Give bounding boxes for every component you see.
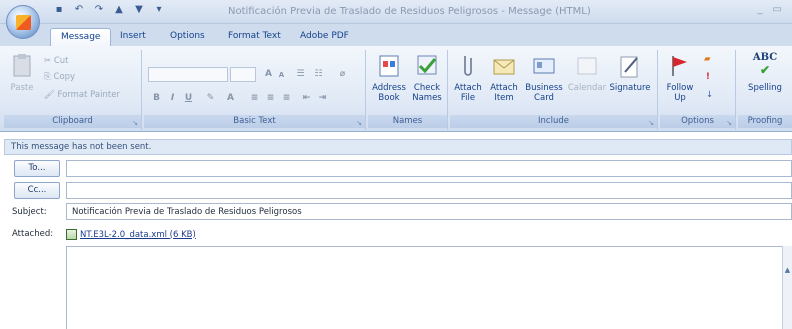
ribbon: Paste ✂ Cut ⎘ Copy 🖌 Format Painter Clip… <box>0 46 792 132</box>
xml-file-icon <box>66 229 77 240</box>
low-importance-icon[interactable]: ↓ <box>706 90 713 100</box>
format-painter-button[interactable]: 🖌 Format Painter <box>44 90 120 100</box>
bold-button[interactable]: B <box>150 92 163 105</box>
ribbon-tabs: Message Insert Options Format Text Adobe… <box>0 24 792 46</box>
bullets-icon[interactable]: ☰ <box>294 68 307 81</box>
align-left-icon[interactable]: ≡ <box>248 92 261 105</box>
shrink-font-button[interactable]: A <box>275 69 288 82</box>
to-button[interactable]: To... <box>14 160 60 177</box>
group-label-clipboard: Clipboard <box>4 115 141 128</box>
quick-access-toolbar: ▪ ↶ ↷ ▲ ▼ ▾ <box>52 4 166 15</box>
info-bar: This message has not been sent. <box>4 139 792 155</box>
align-center-icon[interactable]: ≡ <box>264 92 277 105</box>
font-color-icon[interactable]: A <box>224 92 237 105</box>
vertical-scrollbar[interactable]: ▲ <box>782 246 792 329</box>
office-logo-icon <box>16 15 31 30</box>
tab-adobe-pdf[interactable]: Adobe PDF <box>290 28 359 46</box>
title-bar: ▪ ↶ ↷ ▲ ▼ ▾ Notificación Previa de Trasl… <box>0 0 792 39</box>
subject-label: Subject: <box>12 207 47 217</box>
group-label-proofing: Proofing <box>738 115 792 128</box>
envelope-icon <box>493 59 515 75</box>
business-card-icon <box>533 58 555 74</box>
address-book-button[interactable]: Address Book <box>368 52 410 103</box>
font-size-combo[interactable] <box>230 67 256 82</box>
attach-file-button[interactable]: Attach File <box>450 52 486 103</box>
business-card-button[interactable]: Business Card <box>522 52 566 103</box>
options-launcher-icon[interactable]: ↘ <box>726 119 732 127</box>
save-icon[interactable]: ▪ <box>52 4 66 15</box>
message-body[interactable] <box>66 246 792 329</box>
group-include: Attach File Attach Item Business Card Ca… <box>450 50 658 130</box>
up-arrow-icon[interactable]: ▲ <box>112 4 126 15</box>
group-basic-text: A A ☰ ☷ ⌀ B I U ✎ A ≡ ≡ ≡ ⇤ ⇥ Basic Text… <box>144 50 366 130</box>
signature-icon <box>620 56 638 78</box>
paperclip-icon <box>464 56 472 76</box>
to-field[interactable] <box>66 160 792 177</box>
group-options: Follow Up ▰ ! ↓ Options ↘ <box>660 50 736 130</box>
clear-formatting-icon[interactable]: ⌀ <box>336 68 349 81</box>
signature-button[interactable]: Signature <box>608 52 652 93</box>
include-launcher-icon[interactable]: ↘ <box>648 119 654 127</box>
copy-button[interactable]: ⎘ Copy <box>44 72 75 82</box>
scroll-up-icon[interactable]: ▲ <box>783 266 792 275</box>
tab-message[interactable]: Message <box>50 28 112 46</box>
cc-field[interactable] <box>66 182 792 199</box>
group-label-include: Include <box>450 115 657 128</box>
align-right-icon[interactable]: ≡ <box>280 92 293 105</box>
paste-icon <box>13 54 31 77</box>
attach-item-button[interactable]: Attach Item <box>486 52 522 103</box>
paste-button[interactable]: Paste <box>4 52 40 93</box>
spelling-button[interactable]: ABC ✔ Spelling <box>742 52 788 93</box>
group-clipboard: Paste ✂ Cut ⎘ Copy 🖌 Format Painter Clip… <box>4 50 142 130</box>
follow-up-button[interactable]: Follow Up <box>660 52 700 103</box>
group-label-basic-text: Basic Text <box>144 115 365 128</box>
office-button[interactable] <box>6 5 40 39</box>
tab-options[interactable]: Options <box>160 28 215 46</box>
customize-qat-icon[interactable]: ▾ <box>152 4 166 15</box>
cc-button[interactable]: Cc... <box>14 182 60 199</box>
minimize-button[interactable]: _ <box>758 4 763 15</box>
increase-indent-icon[interactable]: ⇥ <box>316 92 329 105</box>
calendar-icon <box>577 57 597 75</box>
redo-icon[interactable]: ↷ <box>92 4 106 15</box>
high-importance-icon[interactable]: ! <box>706 72 710 82</box>
group-proofing: ABC ✔ Spelling Proofing <box>738 50 792 130</box>
cut-button[interactable]: ✂ Cut <box>44 56 68 66</box>
undo-icon[interactable]: ↶ <box>72 4 86 15</box>
spelling-icon: ABC ✔ <box>752 52 778 77</box>
group-label-options: Options <box>660 115 735 128</box>
attached-label: Attached: <box>12 229 54 239</box>
check-names-button[interactable]: Check Names <box>406 52 448 103</box>
subject-field[interactable]: Notificación Previa de Traslado de Resid… <box>66 203 792 220</box>
tab-format-text[interactable]: Format Text <box>218 28 291 46</box>
clipboard-launcher-icon[interactable]: ↘ <box>132 119 138 127</box>
tab-insert[interactable]: Insert <box>110 28 156 46</box>
calendar-button[interactable]: Calendar <box>566 52 608 93</box>
group-names: Address Book Check Names Names <box>368 50 448 130</box>
check-names-icon <box>417 55 437 75</box>
decrease-indent-icon[interactable]: ⇤ <box>300 92 313 105</box>
underline-button[interactable]: U <box>182 92 195 105</box>
highlight-icon[interactable]: ✎ <box>204 92 217 105</box>
restore-button[interactable]: ▭ <box>773 4 782 15</box>
window-title: Notificación Previa de Traslado de Resid… <box>228 6 591 17</box>
numbering-icon[interactable]: ☷ <box>312 68 325 81</box>
down-arrow-icon[interactable]: ▼ <box>132 4 146 15</box>
italic-button[interactable]: I <box>166 92 179 105</box>
grow-font-button[interactable]: A <box>262 68 275 81</box>
attachment-link[interactable]: NT.E3L-2.0_data.xml (6 KB) <box>66 229 196 240</box>
font-name-combo[interactable] <box>148 67 228 82</box>
window-controls: _ ▭ <box>758 4 782 15</box>
categorize-icon[interactable]: ▰ <box>704 54 711 64</box>
address-book-icon <box>379 55 399 77</box>
basic-text-launcher-icon[interactable]: ↘ <box>356 119 362 127</box>
flag-icon <box>672 56 687 76</box>
group-label-names: Names <box>368 115 447 128</box>
